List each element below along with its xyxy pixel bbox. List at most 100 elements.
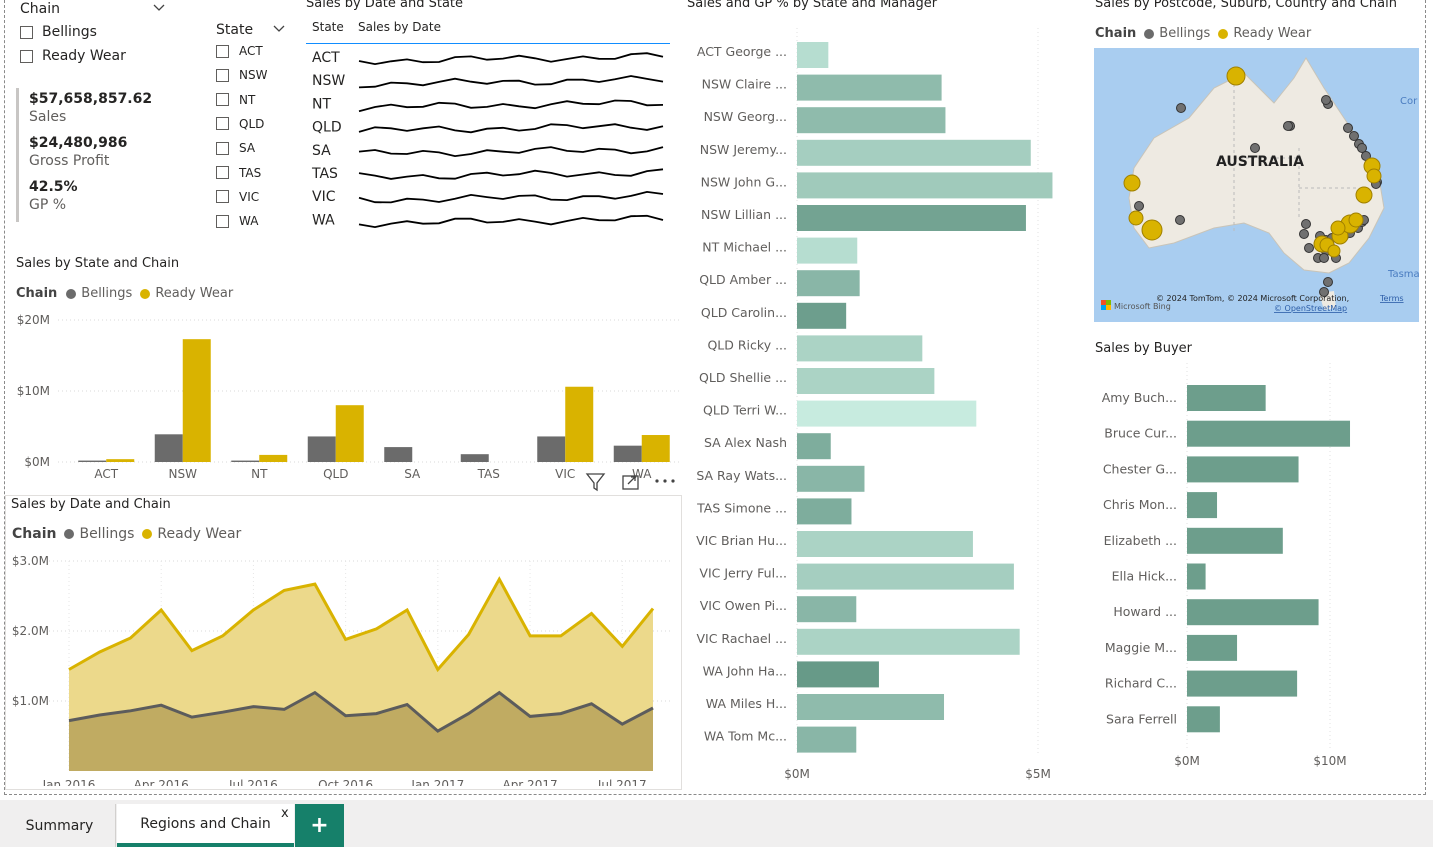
map-bubble-bellings[interactable] — [1319, 253, 1329, 263]
bar-bellings[interactable] — [537, 436, 566, 462]
state-option-act[interactable]: ACT — [216, 44, 286, 58]
checkbox[interactable] — [216, 68, 229, 82]
bar[interactable] — [797, 694, 945, 720]
map-osm-link[interactable]: © OpenStreetMap — [1274, 304, 1347, 313]
map-bubble-bellings[interactable] — [1283, 121, 1293, 131]
map-bubble-bellings[interactable] — [1134, 201, 1144, 211]
bar-ready-wear[interactable] — [335, 405, 364, 462]
bubble-map[interactable]: AUSTRALIA Cor Tasmai © 2024 TomTom, © 2024 … — [1094, 48, 1419, 322]
close-tab-icon[interactable]: x — [281, 806, 289, 821]
checkbox[interactable] — [216, 141, 229, 155]
bar[interactable] — [1187, 599, 1319, 626]
bar[interactable] — [797, 531, 973, 557]
bar[interactable] — [797, 726, 857, 753]
bar[interactable] — [797, 74, 942, 101]
map-terms-link[interactable]: Terms — [1379, 294, 1404, 303]
bar[interactable] — [1187, 456, 1299, 483]
bar[interactable] — [797, 42, 829, 68]
map-bubble-ready-wear[interactable] — [1226, 66, 1246, 86]
map-bubble-bellings[interactable] — [1323, 277, 1333, 287]
bar-bellings[interactable] — [613, 445, 642, 462]
bar[interactable] — [797, 628, 1020, 655]
checkbox[interactable] — [216, 190, 229, 204]
state-option-vic[interactable]: VIC — [216, 190, 286, 204]
legend-bellings[interactable]: Bellings — [1159, 26, 1210, 41]
bar[interactable] — [797, 237, 858, 264]
map-bubble-ready-wear[interactable] — [1128, 210, 1144, 226]
bar-ready-wear[interactable] — [182, 339, 211, 462]
bar[interactable] — [797, 368, 935, 394]
bar[interactable] — [797, 270, 860, 297]
bar-bellings[interactable] — [384, 447, 413, 462]
chain-option-bellings[interactable]: Bellings — [20, 24, 97, 40]
col-header-sales-by-date[interactable]: Sales by Date — [358, 20, 441, 34]
map-bubble-bellings[interactable] — [1304, 243, 1314, 253]
map-bubble-bellings[interactable] — [1343, 123, 1353, 133]
bar[interactable] — [1187, 670, 1298, 697]
checkbox[interactable] — [20, 49, 33, 63]
bar[interactable] — [797, 205, 1026, 231]
state-option-tas[interactable]: TAS — [216, 166, 286, 180]
state-option-nsw[interactable]: NSW — [216, 68, 286, 82]
checkbox[interactable] — [216, 93, 229, 107]
bar-ready-wear[interactable] — [565, 386, 594, 462]
checkbox[interactable] — [216, 44, 229, 58]
bar[interactable] — [797, 563, 1014, 590]
chain-option-ready-wear[interactable]: Ready Wear — [20, 48, 126, 64]
map-bubble-bellings[interactable] — [1349, 131, 1359, 141]
bar[interactable] — [797, 400, 977, 427]
map-bubble-ready-wear[interactable] — [1366, 168, 1382, 184]
bar[interactable] — [1187, 706, 1220, 733]
tab-summary[interactable]: Summary — [4, 804, 116, 847]
bar[interactable] — [797, 335, 923, 362]
bar[interactable] — [1187, 563, 1206, 590]
bar[interactable] — [797, 498, 852, 525]
bar[interactable] — [1187, 420, 1351, 447]
bar[interactable] — [797, 107, 946, 134]
bar-bellings[interactable] — [460, 454, 489, 462]
bar-bellings[interactable] — [78, 460, 107, 462]
focus-mode-icon[interactable] — [620, 472, 642, 492]
map-bubble-bellings[interactable] — [1176, 103, 1186, 113]
map-bubble-bellings[interactable] — [1175, 215, 1185, 225]
chevron-down-icon[interactable] — [152, 3, 166, 13]
more-options-icon[interactable] — [654, 474, 676, 488]
bar-ready-wear[interactable] — [259, 454, 288, 462]
map-bubble-ready-wear[interactable] — [1141, 219, 1163, 241]
bar[interactable] — [1187, 527, 1283, 554]
filter-icon[interactable] — [585, 472, 607, 492]
bar[interactable] — [797, 596, 857, 623]
legend-ready-wear[interactable]: Ready Wear — [1233, 26, 1311, 41]
chevron-down-icon[interactable] — [272, 24, 286, 34]
state-option-sa[interactable]: SA — [216, 141, 286, 155]
checkbox[interactable] — [216, 214, 229, 228]
checkbox[interactable] — [216, 117, 229, 131]
bar[interactable] — [797, 302, 847, 329]
bar[interactable] — [797, 139, 1031, 166]
bar[interactable] — [1187, 492, 1218, 519]
map-bubble-ready-wear[interactable] — [1348, 212, 1364, 228]
state-option-wa[interactable]: WA — [216, 214, 286, 228]
checkbox[interactable] — [20, 25, 33, 39]
bar-ready-wear[interactable] — [641, 435, 670, 462]
legend-ready-wear[interactable]: Ready Wear — [157, 526, 241, 542]
bar-bellings[interactable] — [307, 436, 336, 462]
map-bubble-bellings[interactable] — [1299, 229, 1309, 239]
checkbox[interactable] — [216, 166, 229, 179]
legend-bellings[interactable]: Bellings — [81, 286, 132, 301]
bar-ready-wear[interactable] — [106, 459, 135, 462]
bar[interactable] — [797, 172, 1053, 199]
map-bubble-ready-wear[interactable] — [1330, 220, 1346, 236]
bar-bellings[interactable] — [231, 460, 260, 462]
map-bubble-ready-wear[interactable] — [1355, 186, 1373, 204]
state-option-nt[interactable]: NT — [216, 93, 286, 107]
legend-ready-wear[interactable]: Ready Wear — [155, 286, 233, 301]
bar[interactable] — [1187, 385, 1266, 411]
bar-bellings[interactable] — [154, 434, 183, 462]
bar[interactable] — [797, 433, 831, 460]
map-bubble-bellings[interactable] — [1301, 219, 1311, 229]
add-page-icon[interactable]: + — [295, 804, 344, 847]
bar[interactable] — [797, 661, 879, 688]
tab-regions-and-chain[interactable]: Regions and Chain — [117, 804, 294, 847]
map-bubble-ready-wear[interactable] — [1327, 244, 1341, 258]
